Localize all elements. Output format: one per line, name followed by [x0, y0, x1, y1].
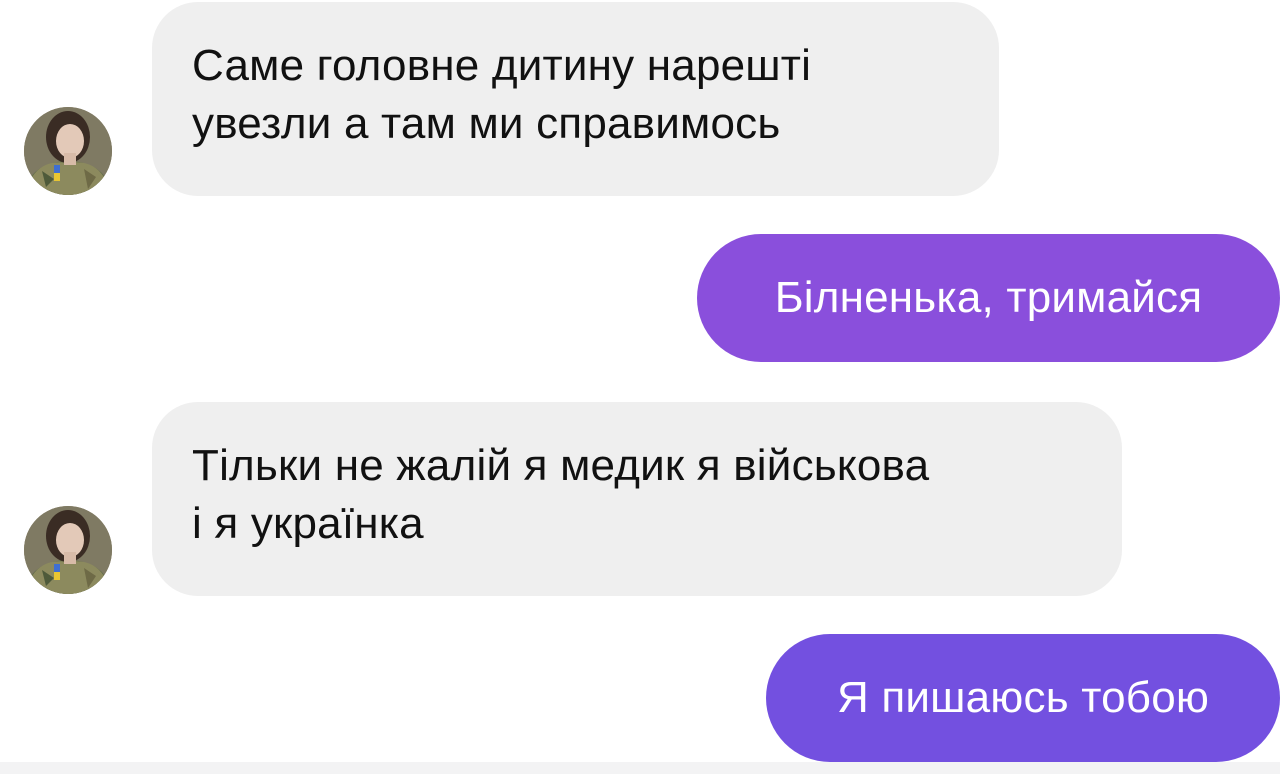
contact-avatar-icon[interactable] — [24, 107, 112, 195]
message-text-line: Тільки не жалій я медик я військова — [192, 441, 930, 490]
contact-avatar-icon[interactable] — [24, 506, 112, 594]
message-text-line: увезли а там ми справимось — [192, 99, 781, 148]
outgoing-message-bubble[interactable]: Я пишаюсь тобою — [766, 634, 1280, 762]
message-text-line: Саме головне дитину нарешті — [192, 41, 812, 90]
incoming-message-bubble[interactable]: Саме головне дитину нарешті увезли а там… — [152, 2, 999, 196]
message-text: Білненька, тримайся — [774, 273, 1203, 322]
incoming-message-bubble[interactable]: Тільки не жалій я медик я військова і я … — [152, 402, 1122, 596]
chat-thread: Саме головне дитину нарешті увезли а там… — [0, 0, 1280, 774]
message-text-line: і я українка — [192, 499, 424, 548]
composer-edge — [0, 762, 1280, 774]
message-text: Я пишаюсь тобою — [836, 673, 1210, 722]
outgoing-message-bubble[interactable]: Білненька, тримайся — [697, 234, 1280, 362]
